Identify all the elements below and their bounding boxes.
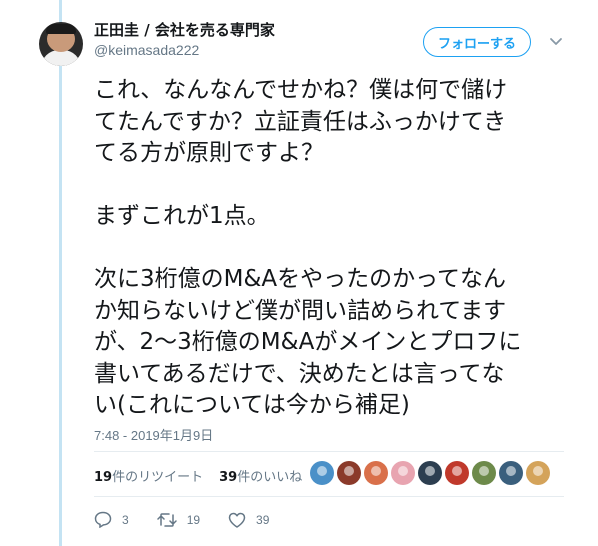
like-button[interactable]: 39 [228,512,269,528]
retweet-count: 19 [186,512,201,527]
tweet-stats: 19件のリツイート 39件のいいね [94,466,302,485]
heart-icon [228,512,246,528]
liker-avatar[interactable] [310,461,334,485]
reply-count: 3 [122,512,129,527]
reply-icon [94,511,112,528]
like-count: 39 [256,512,270,527]
follow-button[interactable]: フォローする [423,27,531,57]
liker-avatar[interactable] [337,461,361,485]
like-stat[interactable]: 39件のいいね [219,466,302,485]
liker-avatar[interactable] [472,461,496,485]
tweet-actions: 3 19 39 [94,511,297,528]
author-name[interactable]: 正田圭 / 会社を売る専門家 [94,19,275,40]
thread-line [59,0,62,546]
divider-bottom [94,496,564,497]
divider-top [94,451,564,452]
avatar-hair [46,24,76,34]
avatar-body [41,50,81,66]
likers-avatars [310,461,553,485]
author-avatar[interactable] [39,22,83,66]
retweet-icon [156,512,177,527]
tweet-timestamp[interactable]: 7:48 - 2019年1月9日 [94,425,213,444]
tweet-text: これ、なんなんでせかね？僕は何で儲け てたんですか？立証責任はふっかけてき てる… [94,77,522,418]
liker-avatar[interactable] [418,461,442,485]
chevron-down-icon[interactable] [549,34,563,48]
reply-button[interactable]: 3 [94,511,129,528]
retweet-stat[interactable]: 19件のリツイート [94,466,203,485]
liker-avatar[interactable] [445,461,469,485]
liker-avatar[interactable] [526,461,550,485]
liker-avatar[interactable] [364,461,388,485]
author-handle[interactable]: @keimasada222 [94,42,199,58]
liker-avatar[interactable] [499,461,523,485]
retweet-button[interactable]: 19 [156,512,201,528]
liker-avatar[interactable] [391,461,415,485]
